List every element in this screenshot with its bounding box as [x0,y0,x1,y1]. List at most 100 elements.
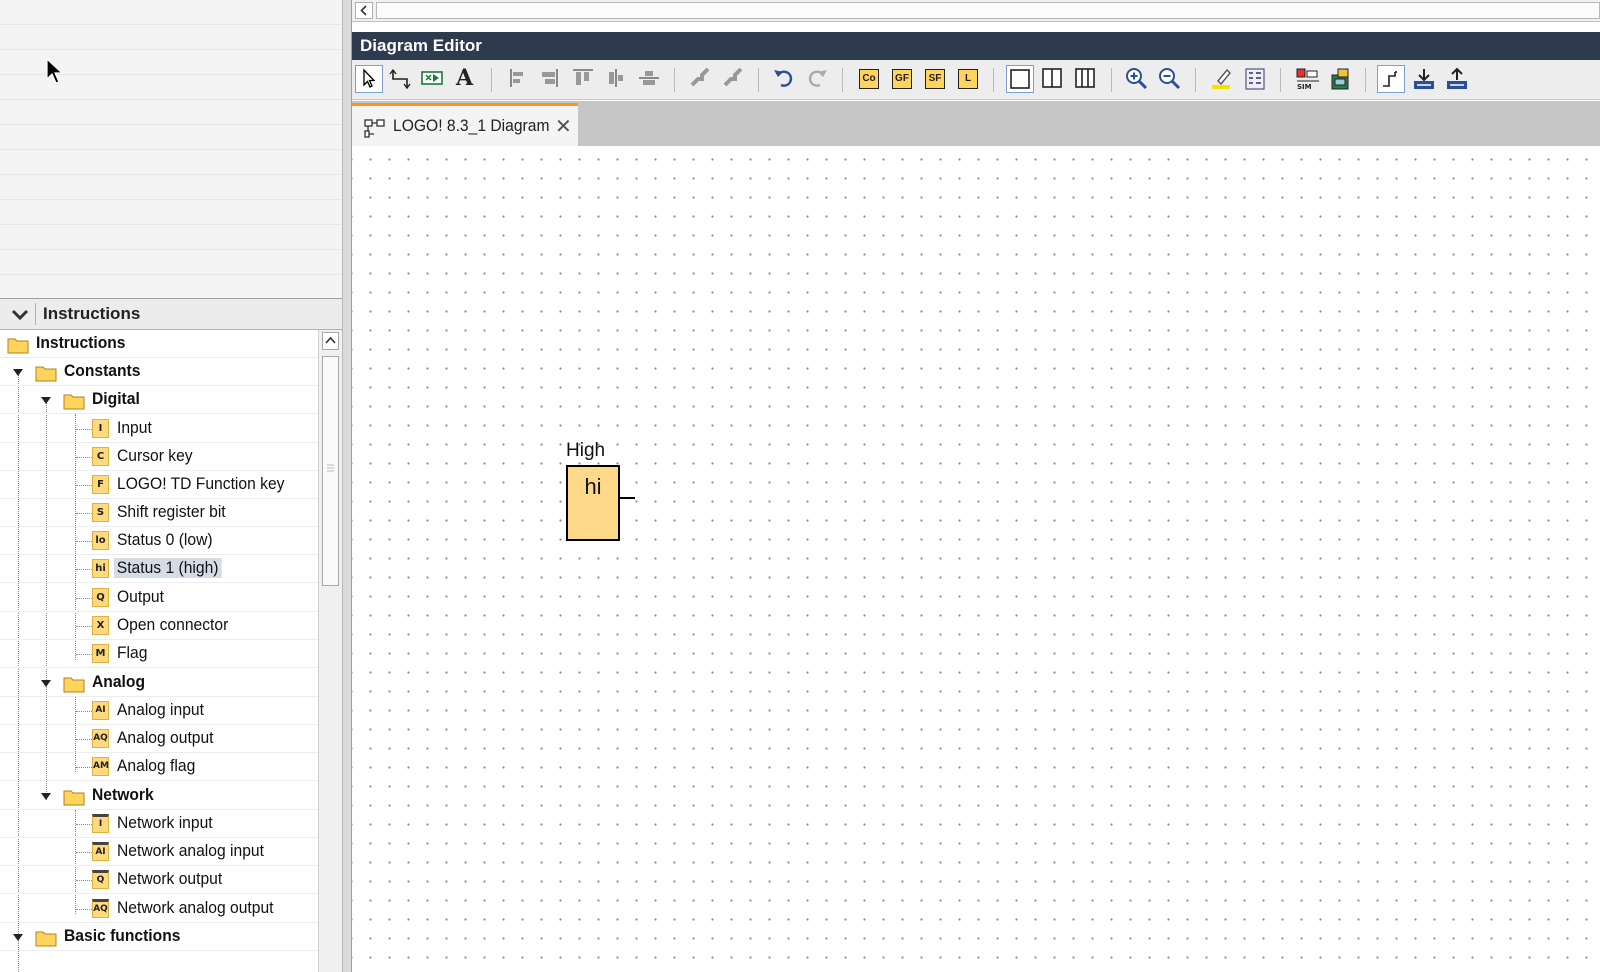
scroll-track[interactable] [376,2,1600,19]
split-view-button[interactable] [1039,65,1067,93]
undo-button[interactable] [770,65,798,93]
toolbar-separator [993,68,994,92]
tree-item-digital[interactable]: Digital [0,386,318,414]
align-center-vertical-button[interactable] [602,65,630,93]
status-high-icon: hi [92,559,109,578]
instructions-panel-header[interactable]: Instructions [0,298,342,330]
expand-triangle-icon[interactable] [13,369,23,376]
expand-triangle-icon[interactable] [13,934,23,941]
tree-item-open-connector[interactable]: X Open connector [0,612,318,640]
expand-triangle-icon[interactable] [41,397,51,404]
tree-item-network-input[interactable]: I Network input [0,810,318,838]
tree-item-label: Network input [117,813,213,832]
tree-item-output[interactable]: Q Output [0,584,318,612]
tree-item-network-analog-output[interactable]: AQ Network analog output [0,895,318,923]
align-left-button[interactable] [503,65,531,93]
tree-item-instructions[interactable]: Instructions [0,330,318,358]
download-to-device-button[interactable] [1410,65,1438,93]
select-tool-button[interactable] [355,65,383,93]
chevron-down-icon[interactable] [9,303,31,325]
constants-button[interactable]: Co [855,65,883,93]
special-functions-button[interactable]: SF [921,65,949,93]
tree-item-status-low[interactable]: lo Status 0 (low) [0,527,318,555]
tree-item-input[interactable]: I Input [0,415,318,443]
ladder-button[interactable]: L [954,65,982,93]
tree-scrollbar[interactable] [318,330,342,972]
tree-item-analog-input[interactable]: AI Analog input [0,697,318,725]
tree-item-label: Constants [64,361,141,380]
folder-icon [63,790,85,806]
tree-item-analog-flag[interactable]: AM Analog flag [0,753,318,781]
align-right-button[interactable] [536,65,564,93]
align-center-horizontal-button[interactable] [635,65,663,93]
single-view-button[interactable] [1006,65,1034,93]
diagram-canvas[interactable] [352,146,1600,972]
scroll-left-button[interactable] [355,2,373,19]
editor-title-bar: Diagram Editor [352,32,1600,60]
tree-item-basic-functions[interactable]: Basic functions [0,923,318,951]
zoom-in-button[interactable] [1123,65,1151,93]
block-tool-button[interactable] [419,65,447,93]
align-top-button[interactable] [569,65,597,93]
tree-guide [76,739,92,740]
folder-icon [35,931,57,947]
upload-from-device-button[interactable] [1443,65,1471,93]
tree-item-cursor-key[interactable]: C Cursor key [0,443,318,471]
tree-item-label: Analog flag [117,756,196,775]
panel-splitter[interactable] [342,0,352,972]
cursor-key-icon: C [92,447,109,466]
tree-guide [76,485,92,486]
number-blocks-button[interactable] [1241,65,1269,93]
tree-item-analog[interactable]: Analog [0,669,318,697]
tree-item-analog-output[interactable]: AQ Analog output [0,725,318,753]
triple-view-button[interactable] [1072,65,1100,93]
expand-triangle-icon[interactable] [41,793,51,800]
horizontal-scrollbar[interactable] [352,0,1600,22]
highlight-button[interactable] [1208,65,1236,93]
align-left-icon [510,69,523,87]
chevron-left-icon [360,5,367,16]
send-backward-button[interactable] [719,65,747,93]
tree-guide [76,852,92,853]
zoom-out-icon [1159,68,1181,90]
redo-button[interactable] [803,65,831,93]
bring-forward-button[interactable] [686,65,714,93]
instructions-tree[interactable]: Instructions Constants Digital I Input C… [0,330,319,972]
tree-item-label: Analog [92,672,146,691]
ladder-icon: L [958,69,978,89]
zoom-out-button[interactable] [1156,65,1184,93]
redo-icon [808,70,827,87]
open-connector-icon: X [92,616,109,635]
folder-icon [35,366,57,382]
tree-item-shift-register-bit[interactable]: S Shift register bit [0,499,318,527]
tab-logo-diagram[interactable]: LOGO! 8.3_1 Diagram ✕ [352,103,578,146]
scroll-up-button[interactable] [322,332,339,350]
close-icon[interactable]: ✕ [555,114,572,138]
tab-label: LOGO! 8.3_1 Diagram [393,116,550,135]
tree-item-label: Network analog output [117,898,274,917]
block-output-pin[interactable] [620,497,635,499]
simulation-button[interactable]: SIM [1293,65,1321,93]
text-tool-button[interactable]: A [451,65,479,93]
header-divider [35,303,36,325]
tree-item-status-high[interactable]: hi Status 1 (high) [0,555,318,583]
connection-routing-button[interactable] [1377,65,1405,93]
tree-item-network-output[interactable]: Q Network output [0,866,318,894]
expand-triangle-icon[interactable] [41,680,51,687]
pointer-icon [363,68,376,88]
editor-title: Diagram Editor [360,36,482,55]
tree-item-function-key[interactable]: F LOGO! TD Function key [0,471,318,499]
general-functions-button[interactable]: GF [888,65,916,93]
connect-tool-button[interactable] [387,65,415,93]
tree-item-network[interactable]: Network [0,782,318,810]
align-center-vertical-icon [609,69,623,87]
online-test-button[interactable] [1326,65,1354,93]
scroll-thumb[interactable] [322,356,339,586]
tree-item-flag[interactable]: M Flag [0,640,318,668]
tree-guide [76,569,92,570]
highlighter-icon [1212,68,1231,89]
tree-guide [76,654,92,655]
tree-item-network-analog-input[interactable]: AI Network analog input [0,838,318,866]
tree-item-label: Analog output [117,728,214,747]
tree-item-constants[interactable]: Constants [0,358,318,386]
